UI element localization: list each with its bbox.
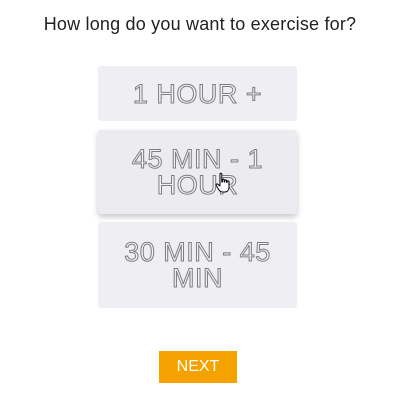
next-button[interactable]: NEXT <box>159 351 237 383</box>
option-45-min-1-hour[interactable]: 45 MIN - 1 HOUR <box>98 130 297 214</box>
option-label: 30 MIN - 45 MIN <box>124 237 271 293</box>
option-label: 45 MIN - 1 HOUR <box>131 144 264 200</box>
option-1-hour-plus[interactable]: 1 HOUR + <box>98 66 297 121</box>
option-30-45-min[interactable]: 30 MIN - 45 MIN <box>98 222 297 308</box>
question-heading: How long do you want to exercise for? <box>43 14 357 34</box>
option-label: 1 HOUR + <box>132 78 263 109</box>
